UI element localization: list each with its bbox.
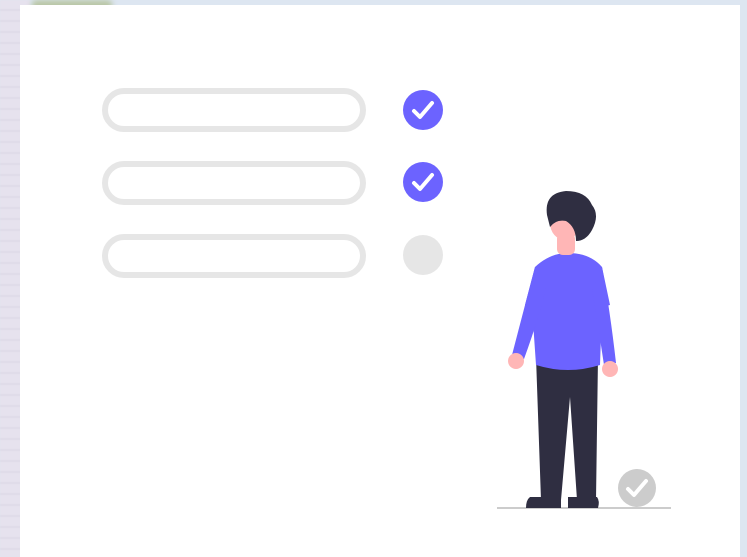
right-hand: [602, 361, 618, 377]
checklist-item-bar: [102, 234, 366, 278]
checkbox-checked: [403, 162, 443, 202]
completion-badge: [618, 469, 656, 507]
left-shoe: [526, 497, 561, 508]
illustration-card: [20, 5, 740, 557]
checklist-item-3: [102, 234, 443, 278]
checkbox-checked: [403, 90, 443, 130]
checklist-item-bar: [102, 161, 366, 205]
checklist-item-1: [102, 88, 443, 132]
right-shoe: [568, 497, 599, 508]
pants: [536, 357, 598, 500]
checkbox-unchecked: [403, 235, 443, 275]
checklist-item-bar: [102, 88, 366, 132]
person-figure: [508, 191, 618, 508]
left-hand: [508, 353, 524, 369]
checklist-item-2: [102, 161, 443, 205]
checklist-illustration: [102, 88, 671, 509]
